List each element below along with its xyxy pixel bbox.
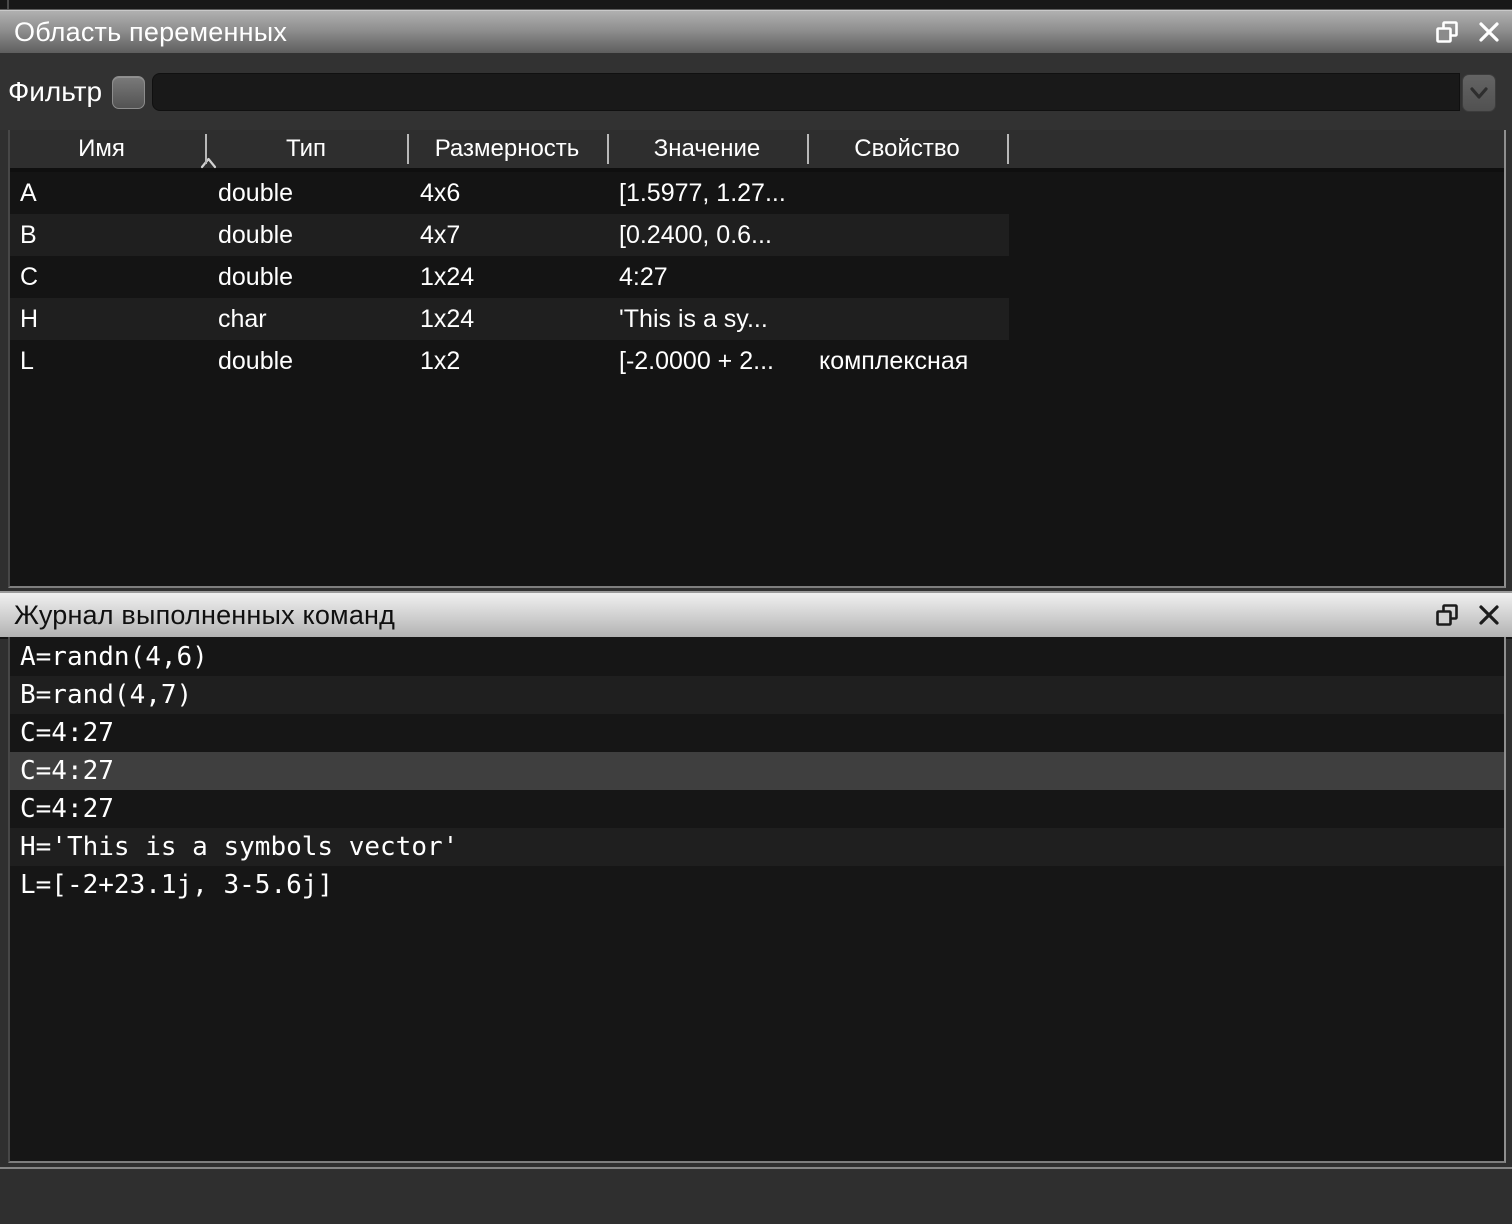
cell-size: 1x24 (420, 298, 474, 340)
history-item[interactable]: C=4:27 (10, 752, 1504, 790)
cell-value: [0.2400, 0.6... (619, 214, 772, 256)
table-row[interactable]: Bdouble 4x7 [0.2400, 0.6... (10, 214, 1504, 256)
history-panel-titlebar[interactable]: Журнал выполненных команд (0, 591, 1512, 639)
table-row[interactable]: Ldouble 1x2 [-2.0000 + 2... комплексная (10, 340, 1504, 382)
scilab-docked-window: Область переменных Фильтр Имя (0, 0, 1512, 1224)
column-header-property[interactable]: Свойство (807, 130, 1007, 168)
cell-value: 'This is a sy... (619, 298, 768, 340)
cell-value: [1.5977, 1.27... (619, 172, 786, 214)
history-list: A=randn(4,6)B=rand(4,7)C=4:27C=4:27C=4:2… (10, 637, 1504, 904)
restore-icon (1434, 602, 1460, 628)
cell-type: double (218, 214, 293, 256)
history-panel: A=randn(4,6)B=rand(4,7)C=4:27C=4:27C=4:2… (8, 637, 1506, 1163)
filter-checkbox[interactable] (112, 76, 145, 109)
cell-size: 4x6 (420, 172, 460, 214)
table-row[interactable]: Cdouble 1x24 4:27 (10, 256, 1504, 298)
history-item[interactable]: L=[-2+23.1j, 3-5.6j] (10, 866, 1504, 904)
cell-type: double (218, 340, 293, 382)
variables-table-header: Имя Тип Размерность Значение Свойство (10, 130, 1504, 172)
close-icon (1477, 603, 1501, 627)
history-item[interactable]: C=4:27 (10, 714, 1504, 752)
variables-panel-titlebar[interactable]: Область переменных (0, 10, 1512, 55)
variables-panel-title: Область переменных (14, 17, 287, 48)
undock-button[interactable] (1432, 600, 1462, 630)
close-button[interactable] (1474, 600, 1504, 630)
cell-type: double (218, 172, 293, 214)
cell-name: H (20, 298, 38, 340)
close-button[interactable] (1474, 17, 1504, 47)
column-separator (807, 134, 809, 164)
upper-panel-remnant (0, 0, 1512, 10)
restore-icon (1434, 19, 1460, 45)
variables-table-body: Adouble 4x6 [1.5977, 1.27... Bdouble 4x7 [0.2… (10, 172, 1504, 382)
close-icon (1477, 20, 1501, 44)
chevron-down-icon (1469, 86, 1489, 100)
cell-type: double (218, 256, 293, 298)
column-header-value[interactable]: Значение (607, 130, 807, 168)
cell-size: 4x7 (420, 214, 460, 256)
history-item[interactable]: B=rand(4,7) (10, 676, 1504, 714)
column-header-name[interactable]: Имя (10, 130, 193, 168)
filter-label: Фильтр (8, 53, 102, 130)
filter-row: Фильтр (0, 53, 1512, 130)
column-separator (1007, 134, 1009, 164)
cell-value: [-2.0000 + 2... (619, 340, 774, 382)
column-header-size[interactable]: Размерность (407, 130, 607, 168)
cell-size: 1x24 (420, 256, 474, 298)
cell-name: C (20, 256, 38, 298)
column-separator (607, 134, 609, 164)
cell-prop: комплексная (819, 340, 968, 382)
history-panel-title: Журнал выполненных команд (14, 600, 395, 631)
column-header-type[interactable]: Тип (205, 130, 407, 168)
cell-value: 4:27 (619, 256, 668, 298)
filter-dropdown-button[interactable] (1462, 74, 1496, 112)
undock-button[interactable] (1432, 17, 1462, 47)
cell-type: char (218, 298, 267, 340)
cell-size: 1x2 (420, 340, 460, 382)
table-row[interactable]: Adouble 4x6 [1.5977, 1.27... (10, 172, 1504, 214)
column-separator (407, 134, 409, 164)
filter-input[interactable] (152, 73, 1460, 111)
cell-name: B (20, 214, 37, 256)
splitter-line[interactable] (0, 1167, 1512, 1169)
history-item[interactable]: C=4:27 (10, 790, 1504, 828)
history-item[interactable]: A=randn(4,6) (10, 638, 1504, 676)
history-item[interactable]: H='This is a symbols vector' (10, 828, 1504, 866)
table-row[interactable]: Hchar 1x24 'This is a sy... (10, 298, 1504, 340)
cell-name: A (20, 172, 37, 214)
cell-name: L (20, 340, 34, 382)
variables-table: Имя Тип Размерность Значение Свойство Ad… (8, 130, 1506, 588)
column-separator (205, 134, 207, 164)
